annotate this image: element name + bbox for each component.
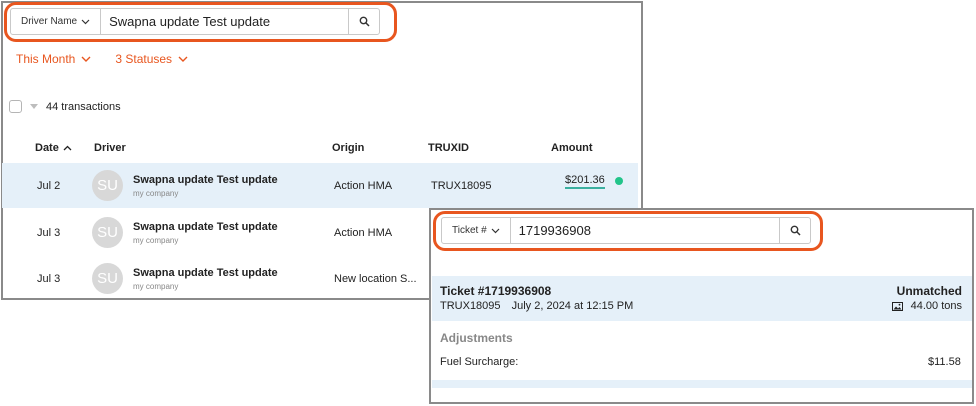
fuel-surcharge-label: Fuel Surcharge:: [440, 356, 519, 368]
search-input[interactable]: 1719936908: [511, 218, 779, 243]
search-button[interactable]: [779, 218, 810, 243]
row-origin: Action HMA: [334, 227, 393, 239]
driver-company: my company: [133, 236, 179, 245]
bulk-select-row: 44 transactions: [9, 100, 121, 113]
chevron-down-icon: [81, 19, 90, 24]
status-filter[interactable]: 3 Statuses: [115, 52, 188, 66]
status-filter-label: 3 Statuses: [115, 52, 173, 66]
ticket-search-bar: Ticket # 1719936908: [441, 217, 811, 244]
row-date: Jul 2: [37, 180, 61, 192]
search-filter-select[interactable]: Driver Name: [11, 9, 102, 34]
table-header: Date Driver Origin TRUXID Amount: [2, 140, 638, 160]
adjustments-heading: Adjustments: [440, 331, 513, 345]
ticket-status: Unmatched: [896, 284, 962, 298]
fuel-surcharge-value: $11.58: [928, 356, 961, 368]
chevron-up-icon: [63, 145, 72, 151]
transactions-count: 44 transactions: [46, 100, 121, 113]
avatar: SU: [92, 263, 123, 294]
search-input[interactable]: Swapna update Test update: [101, 9, 348, 34]
row-amount-link[interactable]: $201.36: [565, 174, 605, 189]
image-icon: [891, 301, 903, 311]
filter-bar: This Month 3 Statuses: [16, 52, 188, 66]
chevron-down-icon: [178, 56, 188, 62]
ticket-card[interactable]: Ticket #1719936908 TRUX18095 July 2, 202…: [432, 276, 972, 321]
row-date: Jul 3: [37, 273, 61, 285]
column-origin: Origin: [332, 142, 365, 154]
search-filter-label: Driver Name: [21, 16, 78, 27]
chevron-down-icon: [491, 228, 500, 233]
ticket-subtitle: TRUX18095 July 2, 2024 at 12:15 PM: [440, 300, 641, 312]
table-row[interactable]: Jul 2 SU Swapna update Test update my co…: [2, 163, 638, 208]
select-all-checkbox[interactable]: [9, 100, 22, 113]
column-truxid: TRUXID: [428, 142, 469, 154]
search-icon: [790, 225, 801, 236]
avatar: SU: [92, 217, 123, 248]
ticket-weight: 44.00 tons: [910, 300, 962, 312]
column-date[interactable]: Date: [35, 142, 72, 154]
column-driver: Driver: [94, 142, 126, 154]
search-icon: [359, 16, 370, 27]
row-origin: Action HMA: [334, 180, 393, 192]
date-filter-label: This Month: [16, 52, 76, 66]
search-filter-label: Ticket #: [452, 225, 487, 236]
column-amount: Amount: [551, 142, 593, 154]
driver-company: my company: [133, 189, 179, 198]
driver-search-bar: Driver Name Swapna update Test update: [10, 8, 380, 35]
ticket-footer-strip: [432, 380, 972, 388]
search-button[interactable]: [348, 9, 379, 34]
status-dot: [615, 177, 623, 185]
ticket-title: Ticket #1719936908: [440, 284, 552, 298]
caret-down-icon[interactable]: [30, 104, 38, 109]
ticket-datetime: July 2, 2024 at 12:15 PM: [511, 300, 634, 312]
ticket-weight-row: 44.00 tons: [891, 300, 962, 312]
driver-name: Swapna update Test update: [133, 221, 278, 233]
chevron-down-icon: [81, 56, 91, 62]
column-date-label: Date: [35, 142, 59, 154]
ticket-truxid: TRUX18095: [440, 300, 501, 312]
search-filter-select[interactable]: Ticket #: [442, 218, 511, 243]
driver-company: my company: [133, 282, 179, 291]
row-truxid: TRUX18095: [431, 180, 492, 192]
row-origin: New location S...: [334, 273, 417, 285]
avatar: SU: [92, 170, 123, 201]
date-filter[interactable]: This Month: [16, 52, 91, 66]
row-date: Jul 3: [37, 227, 61, 239]
driver-name: Swapna update Test update: [133, 174, 278, 186]
driver-name: Swapna update Test update: [133, 267, 278, 279]
